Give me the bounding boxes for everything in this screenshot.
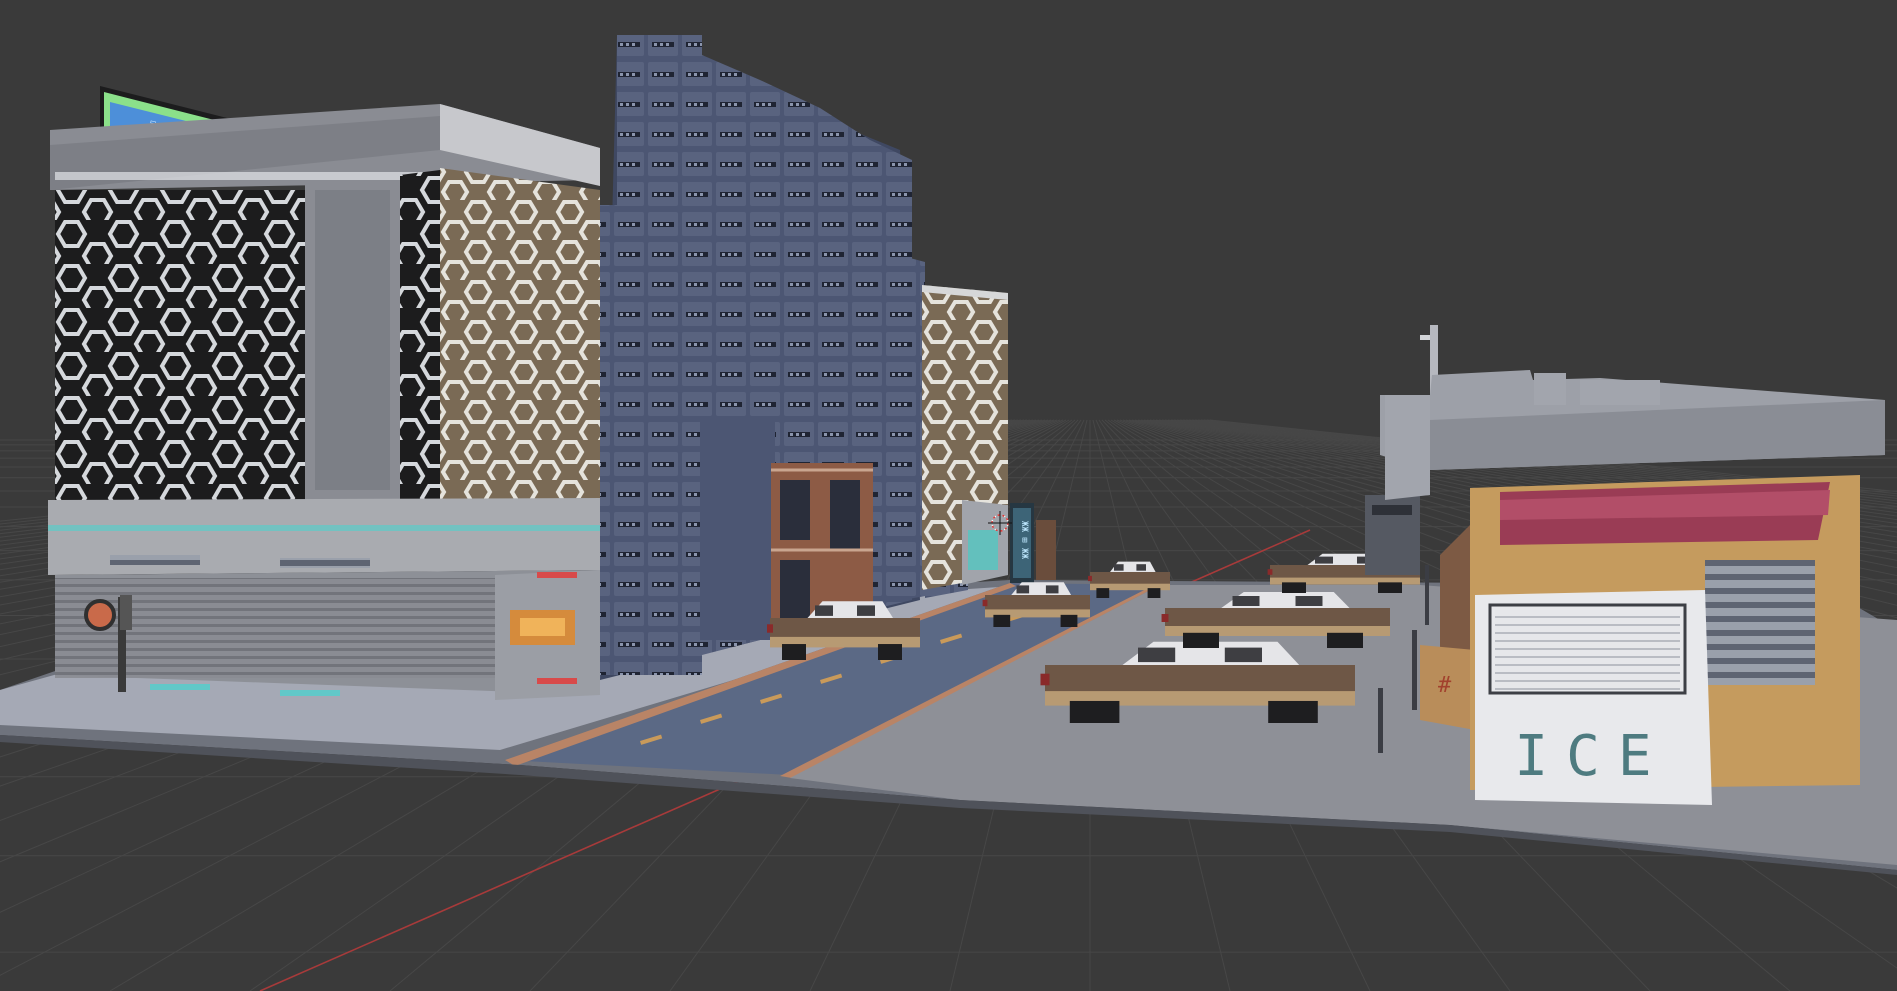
beige-hex-tower	[922, 285, 1008, 590]
storefront-sign-text: ЖЖ ⊞ ЖЖ	[1019, 521, 1029, 560]
svg-text:#: #	[1438, 673, 1452, 698]
concrete-hex-building: ▭ ▭▭ ▭▭▭	[48, 86, 600, 700]
ice-sign-text: ICE	[1514, 724, 1669, 789]
voxel-city-scene[interactable]: ЖЖ ⊞ ЖЖ ▭ ▭▭ ▭▭▭	[0, 0, 1897, 991]
3d-viewport[interactable]: ЖЖ ⊞ ЖЖ ▭ ▭▭ ▭▭▭	[0, 0, 1897, 991]
window-vent	[1705, 560, 1815, 685]
round-emblem	[84, 599, 116, 631]
